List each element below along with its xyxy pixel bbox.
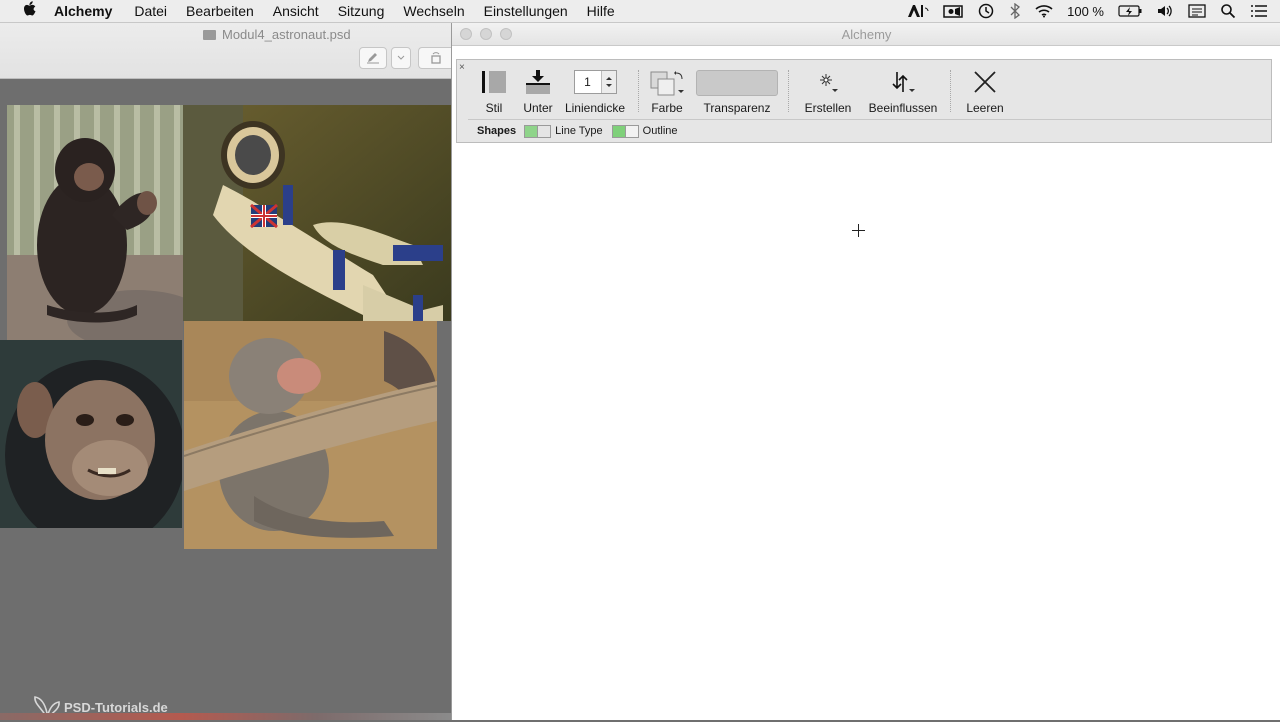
- time-machine-icon[interactable]: [977, 3, 995, 19]
- chevron-down-icon: [397, 55, 405, 60]
- style-icon: [482, 71, 506, 93]
- document-title-text: Modul4_astronaut.psd: [222, 27, 351, 42]
- calendar-icon[interactable]: [1188, 4, 1206, 18]
- edit-dropdown-button[interactable]: [391, 47, 411, 69]
- style-tool[interactable]: Stil: [480, 60, 508, 119]
- transparency-label: Transparenz: [703, 101, 771, 115]
- crosshair-cursor-icon: [852, 224, 865, 237]
- toolbar-row: Stil Unter 1 Liniendicke Farbe Transpare…: [468, 60, 1271, 120]
- menu-wechseln[interactable]: Wechseln: [403, 3, 464, 19]
- line-width-label: Liniendicke: [564, 101, 626, 115]
- color-tool[interactable]: Farbe: [646, 60, 688, 119]
- under-label: Unter: [523, 101, 553, 115]
- toolbar-separator: [950, 70, 952, 112]
- wifi-icon[interactable]: [1035, 4, 1053, 18]
- transparency-slider[interactable]: [696, 70, 778, 96]
- outline-swatch-off: [624, 125, 638, 137]
- bluetooth-icon[interactable]: [1009, 3, 1021, 19]
- color-swap-icon: [650, 71, 684, 96]
- under-icon: [526, 70, 550, 94]
- style-label: Stil: [485, 101, 503, 115]
- menu-sitzung[interactable]: Sitzung: [338, 3, 385, 19]
- menu-datei[interactable]: Datei: [134, 3, 167, 19]
- menu-einstellungen[interactable]: Einstellungen: [484, 3, 568, 19]
- search-icon[interactable]: [1220, 3, 1236, 19]
- canvas-bottom-strip: [0, 713, 452, 720]
- alchemy-titlebar: Alchemy: [452, 23, 1280, 46]
- menu-hilfe[interactable]: Hilfe: [587, 3, 615, 19]
- shapes-bar: Shapes Line Type Outline: [468, 119, 1271, 143]
- create-label: Erstellen: [804, 101, 852, 115]
- battery-icon[interactable]: [1118, 5, 1142, 17]
- menu-bearbeiten[interactable]: Bearbeiten: [186, 3, 254, 19]
- psd-file-icon: [203, 29, 216, 40]
- menu-bar: Alchemy Datei Bearbeiten Ansicht Sitzung…: [0, 0, 1280, 23]
- color-label: Farbe: [651, 101, 683, 115]
- apple-menu-icon[interactable]: [20, 1, 40, 21]
- create-tool[interactable]: Erstellen: [800, 60, 856, 119]
- document-window: Modul4_astronaut.psd PSD-Tutorials.de: [0, 23, 453, 720]
- list-icon[interactable]: [1250, 4, 1268, 18]
- toolbar-separator: [788, 70, 790, 112]
- screencast-icon[interactable]: [943, 4, 963, 18]
- line-width-value[interactable]: 1: [575, 75, 601, 89]
- under-tool[interactable]: Unter: [518, 60, 558, 119]
- photo-baboon-on-log: [184, 321, 437, 549]
- drawing-canvas[interactable]: [452, 144, 1280, 720]
- alchemy-window: Alchemy × Stil Unter 1 Liniendicke Farbe…: [451, 23, 1280, 720]
- rotate-button[interactable]: [418, 47, 453, 69]
- document-title: Modul4_astronaut.psd: [203, 27, 351, 42]
- alchemy-title: Alchemy: [841, 27, 892, 42]
- photo-chimpanzee-face: [0, 340, 182, 528]
- sparkle-create-icon: [820, 74, 838, 92]
- line-type-label[interactable]: Line Type: [555, 125, 603, 137]
- toolbar: × Stil Unter 1 Liniendicke Farbe Transpa…: [456, 59, 1272, 143]
- affect-label: Beeinflussen: [868, 101, 938, 115]
- clear-tool[interactable]: Leeren: [960, 60, 1010, 119]
- line-type-swatch-on: [525, 125, 538, 137]
- canvas-area: PSD-Tutorials.de: [0, 79, 452, 720]
- adobe-icon[interactable]: [907, 4, 929, 18]
- outline-toggle[interactable]: [611, 124, 639, 138]
- photo-chimpanzee-sitting: [7, 105, 183, 340]
- status-area: 100 %: [907, 0, 1268, 22]
- volume-icon[interactable]: [1156, 4, 1174, 18]
- outline-label[interactable]: Outline: [643, 125, 678, 137]
- outline-swatch-on: [612, 125, 625, 137]
- affect-arrows-icon: [892, 72, 915, 92]
- stepper-arrows-icon[interactable]: [600, 71, 616, 93]
- menu-ansicht[interactable]: Ansicht: [273, 3, 319, 19]
- pencil-icon: [367, 53, 379, 64]
- affect-tool[interactable]: Beeinflussen: [866, 60, 940, 119]
- rotate-icon: [431, 52, 441, 64]
- toolbar-close-icon[interactable]: ×: [459, 62, 465, 73]
- toolbar-separator: [638, 70, 640, 112]
- shapes-label: Shapes: [477, 125, 517, 137]
- app-menu[interactable]: Alchemy: [54, 3, 112, 19]
- line-width-tool: 1 Liniendicke: [562, 60, 628, 119]
- clear-label: Leeren: [966, 101, 1004, 115]
- photo-astronaut: [183, 105, 452, 321]
- battery-text: 100 %: [1067, 3, 1104, 19]
- document-titlebar: Modul4_astronaut.psd: [0, 23, 453, 79]
- clear-x-icon: [974, 71, 996, 93]
- line-type-swatch-off: [537, 125, 551, 137]
- edit-button[interactable]: [359, 47, 387, 69]
- line-type-toggle[interactable]: [524, 124, 552, 138]
- line-width-stepper[interactable]: 1: [573, 70, 617, 94]
- transparency-tool[interactable]: Transparenz: [696, 60, 778, 119]
